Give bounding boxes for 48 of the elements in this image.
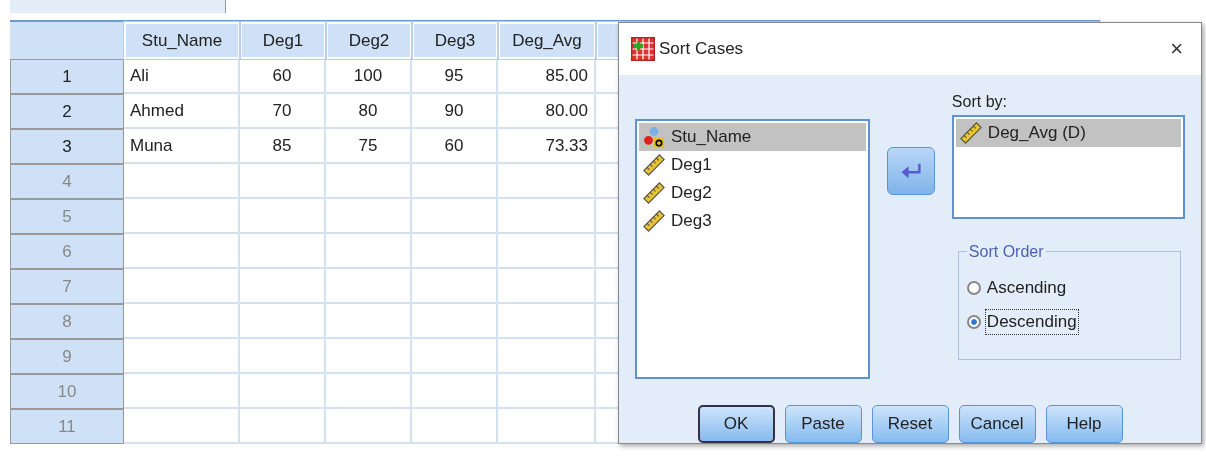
list-item[interactable]: Deg2 [639, 178, 867, 207]
table-cell: 90 [412, 94, 498, 129]
dialog-button[interactable]: Reset [871, 405, 949, 443]
column-header[interactable]: Stu_Name [124, 22, 240, 59]
dialog-button[interactable]: OK [697, 405, 775, 443]
table-cell: 60 [240, 59, 326, 94]
sort-by-list[interactable]: Deg_Avg (D) [951, 114, 1185, 219]
dialog-button[interactable]: Paste [784, 405, 862, 443]
table-cell: Muna [124, 129, 240, 164]
variable-list[interactable]: Stu_Name Deg1 Deg2 Deg3 [635, 118, 871, 379]
column-header[interactable]: Deg_Avg [498, 22, 596, 59]
ruler-icon [959, 121, 982, 144]
table-cell: 95 [412, 59, 498, 94]
dialog-button[interactable]: Help [1045, 405, 1123, 443]
nominal-variable-icon [643, 125, 665, 148]
group-label: Sort Order [967, 242, 1045, 261]
dialog-title: Sort Cases [659, 38, 745, 59]
list-item[interactable]: Deg1 [639, 150, 867, 179]
move-button[interactable] [887, 146, 935, 195]
radio-label[interactable]: Ascending [984, 274, 1069, 301]
table-cell: 80.00 [498, 94, 596, 129]
table-cell: 73.33 [498, 129, 596, 164]
row-header[interactable]: 2 [10, 94, 124, 129]
radio-button[interactable] [966, 280, 981, 295]
row-header[interactable]: 3 [10, 129, 124, 164]
table-cell: 85.00 [498, 59, 596, 94]
table-cell: 100 [326, 59, 412, 94]
table-cell: Ahmed [124, 94, 240, 129]
table-cell: 85 [240, 129, 326, 164]
close-button[interactable]: × [1164, 35, 1189, 62]
row-header[interactable]: 1 [10, 59, 124, 94]
column-header[interactable]: Deg3 [412, 22, 498, 59]
radio-label[interactable]: Descending [984, 308, 1079, 335]
table-cell: Ali [124, 59, 240, 94]
table-cell: 70 [240, 94, 326, 129]
dialog-button[interactable]: Cancel [958, 405, 1036, 443]
list-item[interactable]: Deg_Avg (D) [955, 118, 1181, 147]
list-item[interactable]: Stu_Name [639, 122, 867, 151]
list-item[interactable]: Deg3 [639, 206, 867, 235]
table-cell: 80 [326, 94, 412, 129]
column-header[interactable]: Deg2 [326, 22, 412, 59]
field-label: Sort by: [951, 91, 1008, 112]
radio-button[interactable] [966, 314, 981, 329]
column-header[interactable]: Deg1 [240, 22, 326, 59]
cell-editor[interactable] [10, 0, 226, 13]
table-cell: 60 [412, 129, 498, 164]
grid-icon [631, 36, 655, 61]
table-cell: 75 [326, 129, 412, 164]
